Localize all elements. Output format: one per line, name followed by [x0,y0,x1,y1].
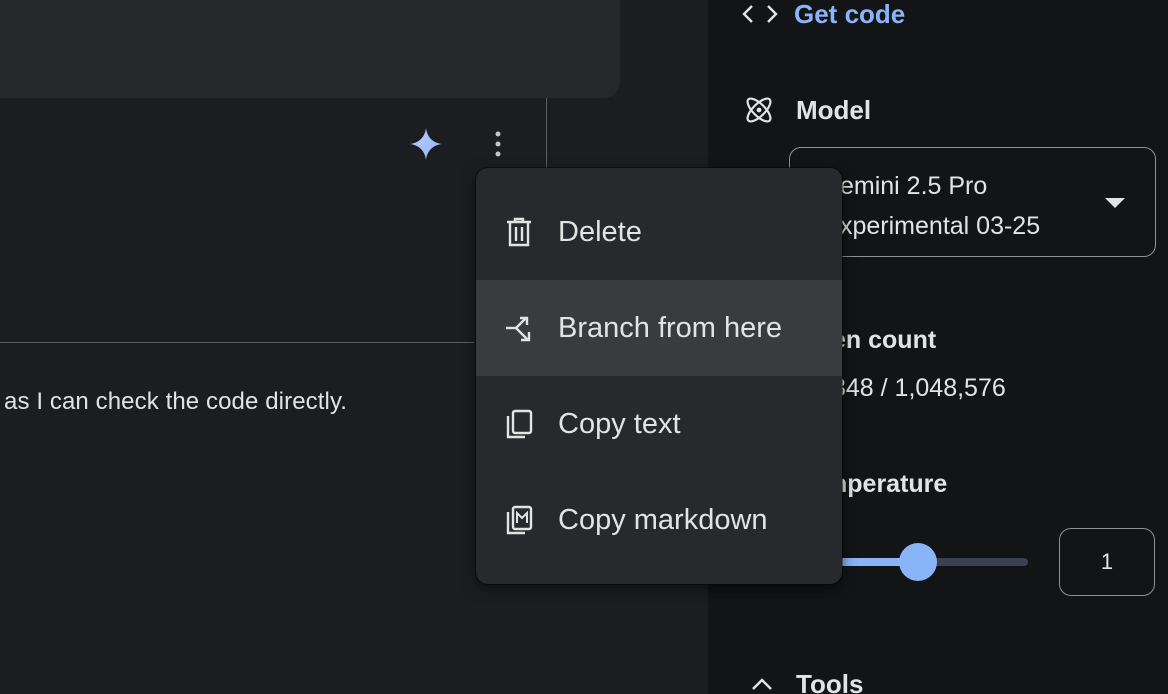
model-select-value: emini 2.5 Pro xperimental 03-25 [840,166,1040,246]
model-label: Model [796,94,872,125]
menu-item-copy-text[interactable]: Copy text [476,376,842,472]
more-options-button[interactable] [480,126,516,162]
divider-horizontal [0,342,474,343]
more-vert-icon [495,131,501,157]
temperature-label: nperature [832,470,948,498]
divider-vertical [546,98,547,168]
chevron-up-icon [752,678,772,690]
copy-markdown-icon [506,505,533,535]
menu-item-branch-from-here[interactable]: Branch from here [476,280,842,376]
temperature-slider-thumb[interactable] [899,543,937,581]
dropdown-caret-icon [1105,198,1125,208]
app-stage: as I can check the code directly. Get co… [0,0,1168,694]
message-context-menu: Delete Branch from here Copy text Copy m… [476,168,842,584]
get-code-label: Get code [794,0,906,29]
model-value-line2: xperimental 03-25 [840,212,1041,240]
menu-item-label: Copy markdown [558,503,768,536]
temperature-input[interactable]: 1 [1059,528,1155,596]
tools-section-toggle[interactable]: Tools [750,666,863,694]
prompt-bubble [0,0,620,98]
gemini-spark-icon [410,128,442,160]
atom-icon [746,97,772,123]
copy-icon [506,409,533,439]
get-code-button[interactable]: Get code [742,0,905,30]
token-count-value: 848 / 1,048,576 [832,374,1006,402]
tools-label: Tools [796,668,864,694]
response-text: as I can check the code directly. [4,388,348,415]
menu-item-copy-markdown[interactable]: Copy markdown [476,472,842,568]
menu-item-label: Branch from here [558,311,783,344]
token-count-label: en count [832,326,937,354]
menu-item-delete[interactable]: Delete [476,184,842,280]
menu-item-label: Copy text [558,407,681,440]
model-value-line1: emini 2.5 Pro [840,172,988,200]
trash-icon [507,217,531,247]
model-section-header: Model [742,92,871,128]
model-select[interactable]: emini 2.5 Pro xperimental 03-25 [789,147,1156,257]
menu-item-label: Delete [558,215,642,248]
code-icon [742,5,778,23]
branch-icon [506,316,531,342]
